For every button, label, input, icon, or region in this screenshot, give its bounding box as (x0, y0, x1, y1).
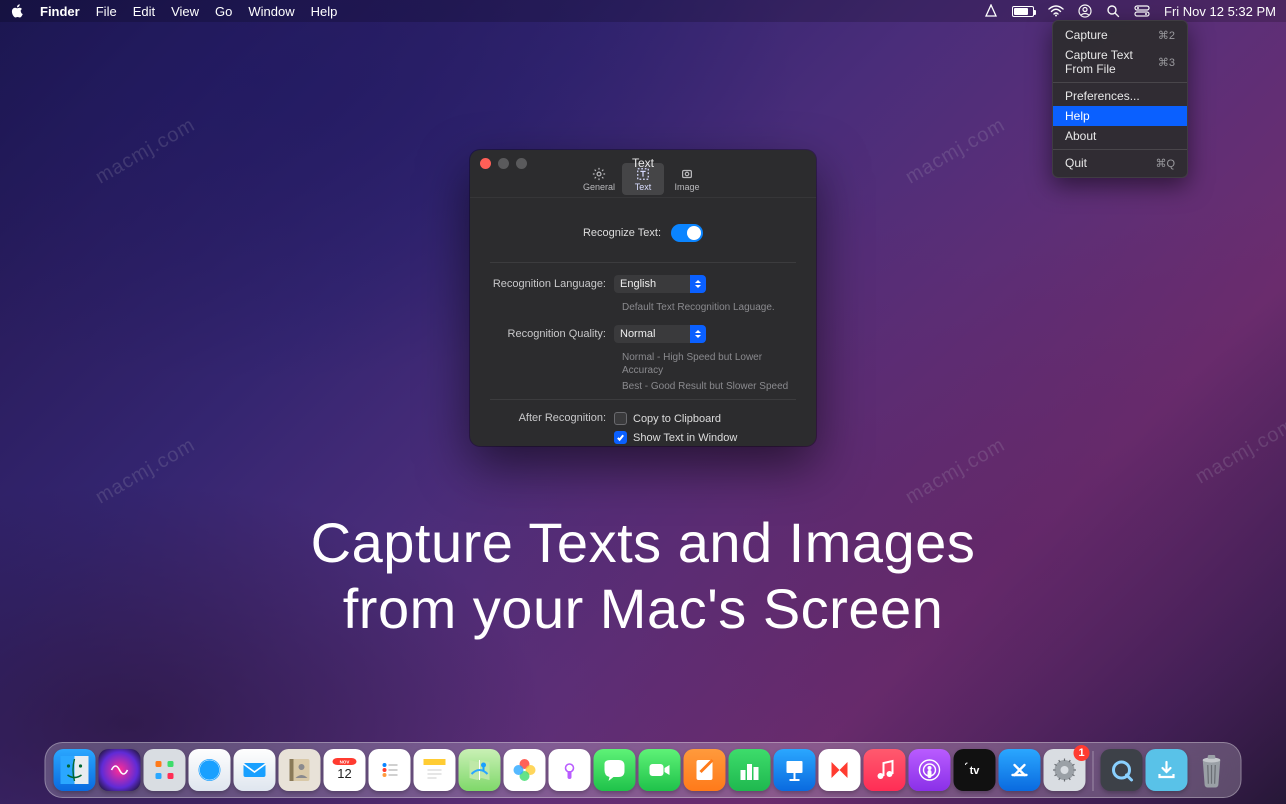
dock-app-notes[interactable] (414, 749, 456, 791)
spotlight-icon[interactable] (1106, 4, 1120, 18)
dock-app-tv[interactable]: tv (954, 749, 996, 791)
dock-app-reminders[interactable] (369, 749, 411, 791)
recognition-language-hint: Default Text Recognition Laguage. (622, 301, 796, 315)
wifi-icon[interactable] (1048, 5, 1064, 17)
recognize-text-toggle[interactable] (671, 224, 703, 242)
separator (490, 262, 796, 263)
dock-app-messages[interactable] (594, 749, 636, 791)
recognition-quality-hint2: Best - Good Result but Slower Speed (622, 380, 796, 394)
menu-item-label: Capture Text From File (1065, 48, 1158, 76)
menubar-datetime[interactable]: Fri Nov 12 5:32 PM (1164, 4, 1276, 19)
dock-app-launchpad[interactable] (144, 749, 186, 791)
control-center-icon[interactable] (1134, 5, 1150, 17)
dock-app-facetime[interactable] (639, 749, 681, 791)
battery-icon[interactable] (1012, 6, 1034, 17)
dock-app-siri[interactable] (99, 749, 141, 791)
menubar-app-name[interactable]: Finder (40, 4, 80, 19)
dock-trash[interactable] (1191, 749, 1233, 791)
dock-app-podcasts-alt[interactable] (549, 749, 591, 791)
after-recognition-label: After Recognition: (490, 412, 614, 424)
select-value: English (620, 278, 656, 290)
select-value: Normal (620, 328, 655, 340)
marketing-headline: Capture Texts and Images from your Mac's… (0, 510, 1286, 642)
dock-app-downloads[interactable] (1146, 749, 1188, 791)
dock: NOV12 tv 1 (45, 742, 1242, 798)
headline-line: from your Mac's Screen (0, 576, 1286, 642)
svg-text:NOV: NOV (340, 760, 350, 765)
dock-app-finder[interactable] (54, 749, 96, 791)
menu-item-shortcut: ⌘3 (1158, 56, 1175, 69)
status-menu-dropdown: Capture ⌘2 Capture Text From File ⌘3 Pre… (1052, 20, 1188, 178)
recognition-language-label: Recognition Language: (490, 278, 614, 290)
menu-item-shortcut: ⌘2 (1158, 29, 1175, 42)
window-titlebar[interactable]: Text General Text Image (470, 150, 816, 198)
tab-text[interactable]: Text (622, 163, 664, 195)
tab-general[interactable]: General (578, 163, 620, 195)
dock-app-safari[interactable] (189, 749, 231, 791)
dock-app-photos[interactable] (504, 749, 546, 791)
dock-app-numbers[interactable] (729, 749, 771, 791)
headline-line: Capture Texts and Images (0, 510, 1286, 576)
dock-badge: 1 (1074, 745, 1090, 761)
menubar: Finder File Edit View Go Window Help Fri… (0, 0, 1286, 22)
menu-item-label: Preferences... (1065, 89, 1140, 103)
dock-app-mail[interactable] (234, 749, 276, 791)
menu-item-shortcut: ⌘Q (1155, 157, 1175, 170)
menu-item-label: Help (1065, 109, 1090, 123)
svg-text:tv: tv (970, 765, 981, 777)
select-arrows-icon (690, 325, 706, 343)
recognize-text-label: Recognize Text: (583, 227, 661, 239)
user-icon[interactable] (1078, 4, 1092, 18)
dock-app-calendar[interactable]: NOV12 (324, 749, 366, 791)
menubar-item-window[interactable]: Window (248, 4, 294, 19)
dock-divider (1093, 751, 1094, 791)
menubar-item-view[interactable]: View (171, 4, 199, 19)
recognition-quality-label: Recognition Quality: (490, 328, 614, 340)
menu-item-label: Capture (1065, 28, 1108, 42)
show-text-window-checkbox[interactable]: Show Text in Window (614, 431, 796, 444)
menu-item-capture-file[interactable]: Capture Text From File ⌘3 (1053, 45, 1187, 79)
recognition-language-select[interactable]: English (614, 275, 706, 293)
dock-app-quicktime[interactable] (1101, 749, 1143, 791)
recognition-quality-select[interactable]: Normal (614, 325, 706, 343)
dock-app-music[interactable] (864, 749, 906, 791)
dock-app-settings[interactable]: 1 (1044, 749, 1086, 791)
dock-app-news[interactable] (819, 749, 861, 791)
menubar-item-edit[interactable]: Edit (133, 4, 155, 19)
menubar-item-help[interactable]: Help (311, 4, 338, 19)
menu-separator (1053, 149, 1187, 150)
dock-app-podcasts[interactable] (909, 749, 951, 791)
tab-label: Text (635, 182, 652, 192)
checkbox-label: Show Text in Window (633, 432, 737, 444)
menu-item-capture[interactable]: Capture ⌘2 (1053, 25, 1187, 45)
tab-label: General (583, 182, 615, 192)
menu-item-quit[interactable]: Quit ⌘Q (1053, 153, 1187, 173)
dock-app-maps[interactable] (459, 749, 501, 791)
select-arrows-icon (690, 275, 706, 293)
svg-text:12: 12 (337, 766, 351, 781)
menu-separator (1053, 82, 1187, 83)
recognition-quality-hint1: Normal - High Speed but Lower Accuracy (622, 351, 796, 378)
menu-item-help[interactable]: Help (1053, 106, 1187, 126)
menu-item-label: About (1065, 129, 1096, 143)
dock-app-keynote[interactable] (774, 749, 816, 791)
menubar-item-go[interactable]: Go (215, 4, 232, 19)
tab-image[interactable]: Image (666, 163, 708, 195)
menubar-app-status-icon[interactable] (984, 4, 998, 18)
copy-clipboard-checkbox[interactable]: Copy to Clipboard (614, 412, 796, 425)
dock-app-pages[interactable] (684, 749, 726, 791)
menubar-item-file[interactable]: File (96, 4, 117, 19)
dock-app-appstore[interactable] (999, 749, 1041, 791)
menu-item-about[interactable]: About (1053, 126, 1187, 146)
menu-item-label: Quit (1065, 156, 1087, 170)
preferences-window: Text General Text Image Recognize Text: … (470, 150, 816, 446)
separator (490, 399, 796, 400)
apple-logo-icon[interactable] (10, 4, 24, 18)
checkbox-label: Copy to Clipboard (633, 413, 721, 425)
dock-app-contacts[interactable] (279, 749, 321, 791)
tab-label: Image (674, 182, 699, 192)
menu-item-preferences[interactable]: Preferences... (1053, 86, 1187, 106)
